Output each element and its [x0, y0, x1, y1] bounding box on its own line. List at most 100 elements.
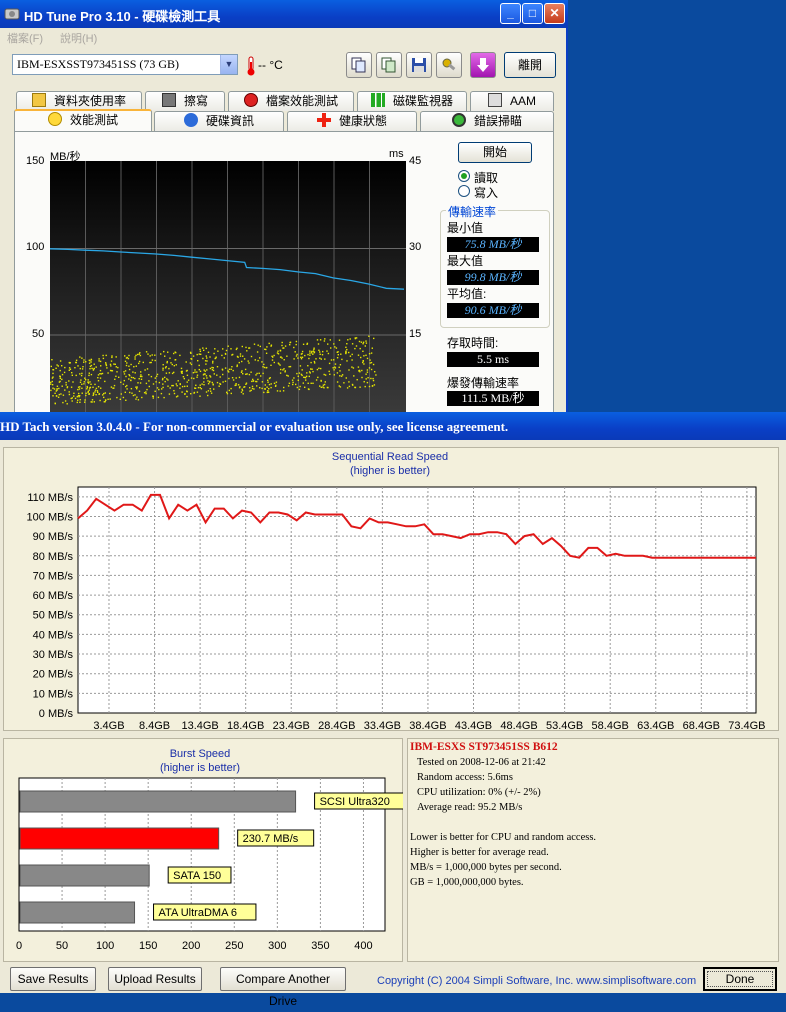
drive-select[interactable]: IBM-ESXSST973451SS (73 GB) ▼	[12, 54, 238, 75]
access-time-point	[88, 359, 90, 361]
access-time-point	[71, 372, 73, 374]
start-button[interactable]: 開始	[458, 142, 532, 163]
access-time-point	[70, 386, 73, 388]
access-time-point	[136, 388, 138, 390]
options-button[interactable]	[436, 52, 462, 78]
access-time-point	[208, 381, 211, 383]
tab-benchmark[interactable]: 效能測試	[14, 109, 152, 132]
upload-results-button[interactable]: Upload Results	[108, 967, 202, 991]
read-radio[interactable]	[458, 170, 470, 182]
access-time-point	[168, 393, 171, 395]
access-time-point	[273, 382, 276, 384]
hdtach-titlebar[interactable]: HD Tach version 3.0.4.0 - For non-commer…	[0, 412, 786, 440]
access-time-point	[232, 369, 234, 372]
access-time-point	[292, 383, 294, 386]
tab-erase[interactable]: 擦寫	[145, 91, 225, 111]
access-time-point	[196, 391, 199, 393]
access-time-point	[268, 342, 270, 345]
download-button[interactable]	[470, 52, 496, 78]
access-time-point	[270, 344, 273, 346]
menu-file[interactable]: 檔案(F)	[7, 30, 43, 46]
access-time-point	[246, 373, 248, 375]
seq-x-tick: 18.4GB	[227, 720, 264, 732]
access-time-point	[138, 362, 140, 365]
tab-drive-info[interactable]: 硬碟資訊	[154, 111, 284, 131]
access-time-point	[125, 357, 128, 359]
burst-x-tick: 400	[354, 940, 372, 952]
hdtune-titlebar[interactable]: HD Tune Pro 3.10 - 硬碟檢測工具 _ □ ✕	[0, 0, 568, 28]
exit-button[interactable]: 離開	[504, 52, 556, 78]
min-value: 75.8 MB/秒	[447, 237, 539, 252]
chevron-down-icon[interactable]: ▼	[220, 55, 237, 74]
tab-error-scan[interactable]: 錯誤掃瞄	[420, 111, 554, 131]
avg-value: 90.6 MB/秒	[447, 303, 539, 318]
access-time-point	[106, 367, 108, 369]
access-time-point	[349, 355, 352, 357]
access-time-point	[333, 369, 335, 371]
cpu-utilization: CPU utilization: 0% (+/- 2%)	[417, 787, 541, 798]
access-time-point	[335, 347, 338, 349]
write-radio[interactable]	[458, 185, 470, 197]
done-button[interactable]: Done	[703, 967, 777, 991]
access-time-point	[104, 380, 106, 383]
access-time-point	[141, 375, 143, 378]
copyright-link[interactable]: Copyright (C) 2004 Simpli Software, Inc.…	[377, 975, 696, 987]
access-time-point	[352, 384, 354, 386]
access-time-point	[129, 391, 131, 394]
access-time-point	[149, 361, 151, 364]
menu-help[interactable]: 說明(H)	[60, 30, 97, 46]
access-time-point	[320, 367, 322, 370]
access-time-point	[74, 397, 77, 400]
access-time-point	[138, 353, 140, 355]
access-time-point	[99, 377, 102, 379]
access-time-point	[206, 360, 208, 362]
access-time-point	[239, 355, 242, 357]
access-time-point	[362, 360, 364, 362]
access-time-point	[50, 381, 52, 384]
access-time-point	[132, 371, 134, 373]
close-button[interactable]: ✕	[544, 3, 565, 24]
access-time-point	[250, 371, 252, 373]
access-time-point	[122, 396, 125, 399]
minimize-button[interactable]: _	[500, 3, 521, 24]
min-label: 最小值	[447, 221, 484, 235]
access-time-point	[57, 365, 59, 367]
seq-x-tick: 68.4GB	[683, 720, 720, 732]
access-time-point	[204, 360, 207, 362]
tab-health[interactable]: 健康狀態	[287, 111, 417, 131]
access-time-point	[197, 386, 200, 389]
access-time-point	[84, 379, 87, 381]
access-time-point	[345, 346, 347, 348]
access-time-point	[164, 376, 166, 379]
access-time-point	[242, 373, 244, 375]
access-time-point	[311, 350, 313, 353]
access-time-point	[205, 391, 208, 393]
save-results-button[interactable]: Save Results	[10, 967, 96, 991]
access-time-point	[252, 380, 255, 382]
tab-file-benchmark[interactable]: 檔案效能測試	[228, 91, 354, 111]
compare-drive-button[interactable]: Compare Another Drive	[220, 967, 346, 1008]
access-time-point	[286, 374, 288, 377]
copy-text-button[interactable]	[346, 52, 372, 78]
access-time-point	[313, 347, 315, 349]
seq-x-tick: 48.4GB	[500, 720, 537, 732]
access-time-point	[100, 373, 102, 375]
access-time-point	[323, 383, 326, 386]
access-time-point	[266, 346, 268, 348]
tab-disk-monitor[interactable]: 磁碟監視器	[357, 91, 467, 111]
access-time-point	[77, 388, 79, 391]
save-button[interactable]	[406, 52, 432, 78]
access-time-point	[212, 362, 214, 364]
copy-screenshot-button[interactable]	[376, 52, 402, 78]
tab-folder-usage[interactable]: 資料夾使用率	[16, 91, 142, 111]
access-time-point	[186, 395, 188, 398]
access-time-point	[55, 395, 58, 397]
folder-icon	[31, 93, 46, 107]
access-time-point	[145, 391, 147, 393]
maximize-button[interactable]: □	[522, 3, 543, 24]
access-time-point	[194, 371, 196, 373]
access-time-point	[163, 396, 165, 399]
tab-aam[interactable]: AAM	[470, 91, 554, 111]
write-radio-label[interactable]: 寫入	[474, 184, 498, 201]
access-time-point	[264, 388, 266, 390]
